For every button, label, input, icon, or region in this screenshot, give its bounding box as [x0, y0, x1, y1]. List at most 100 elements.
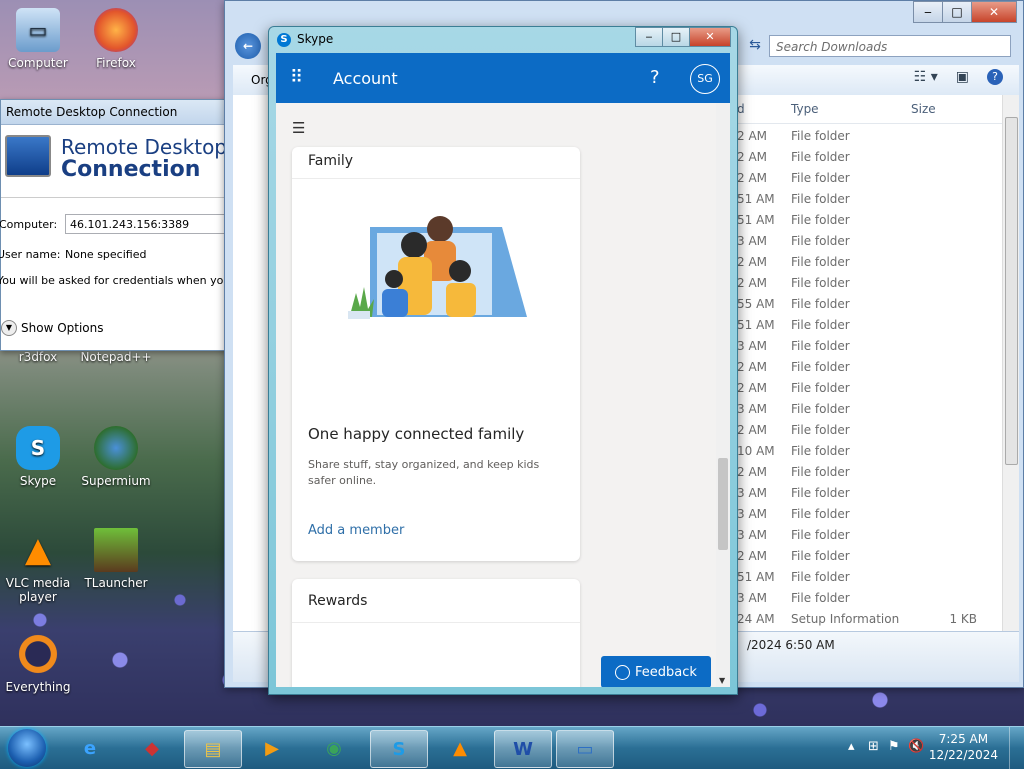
row-date: 2 AM — [737, 255, 768, 269]
feedback-button[interactable]: Feedback — [601, 656, 711, 687]
taskbar-vlc-icon[interactable]: ▲ — [432, 730, 488, 766]
explorer-caption-buttons: ‒ □ ✕ — [913, 1, 1017, 23]
rdc-banner-line2: Connection — [61, 157, 201, 182]
row-date: 3 AM — [737, 402, 768, 416]
row-date: 2 AM — [737, 276, 768, 290]
clock[interactable]: 7:25 AM 12/22/2024 — [929, 731, 998, 763]
taskbar-media-icon[interactable]: ▶ — [244, 730, 300, 766]
row-type: File folder — [791, 213, 850, 227]
desktop-icon-notepadpp[interactable]: Notepad++ — [78, 350, 154, 364]
account-scroll-area[interactable]: ☰ Family One happy connected family Shar… — [276, 103, 716, 687]
row-type: File folder — [791, 150, 850, 164]
skype-scroll-thumb[interactable] — [718, 458, 728, 550]
family-illustration — [348, 216, 527, 319]
start-button[interactable] — [8, 729, 46, 767]
row-type: File folder — [791, 486, 850, 500]
skype-maximize-button[interactable]: □ — [662, 27, 690, 47]
desktop-icon-r3dfox[interactable]: r3dfox — [0, 350, 76, 364]
computer-input[interactable]: 46.101.243.156:3389 — [65, 214, 225, 234]
row-type: File folder — [791, 381, 850, 395]
app-grid-icon[interactable]: ⠿ — [290, 67, 304, 88]
avatar[interactable]: SG — [690, 64, 720, 94]
row-type: File folder — [791, 549, 850, 563]
remote-desktop-icon — [5, 135, 51, 177]
taskbar-skype-icon[interactable]: S — [370, 730, 428, 768]
skype-minimize-button[interactable]: ‒ — [635, 27, 663, 47]
refresh-icon[interactable]: ⇆ — [745, 37, 765, 57]
row-type: File folder — [791, 234, 850, 248]
username-label: User name: — [0, 248, 61, 261]
taskbar-box-icon[interactable]: ◆ — [124, 730, 180, 766]
tlauncher-icon — [94, 528, 138, 572]
help-button[interactable]: ? — [650, 67, 660, 88]
row-type: File folder — [791, 360, 850, 374]
views-icon[interactable]: ☷ ▾ — [914, 69, 938, 85]
remote-desktop-window[interactable]: Remote Desktop Connection Remote Desktop… — [0, 99, 228, 351]
system-tray: ▴ ⊞ ⚑ 🔇 7:25 AM 12/22/2024 — [834, 727, 1024, 769]
add-member-link[interactable]: Add a member — [308, 523, 404, 538]
desktop-icon-skype[interactable]: S Skype — [0, 426, 76, 488]
row-type: File folder — [791, 339, 850, 353]
taskbar-word-icon[interactable]: W — [494, 730, 552, 768]
skype-window[interactable]: S Skype ‒ □ ✕ ⠿ Account ? SG ☰ Family On… — [268, 26, 738, 695]
row-type: File folder — [791, 297, 850, 311]
volume-muted-icon[interactable]: 🔇 — [908, 739, 924, 754]
scroll-down-icon[interactable]: ▼ — [719, 676, 725, 685]
row-date: 3 AM — [737, 486, 768, 500]
skype-close-button[interactable]: ✕ — [689, 27, 731, 47]
column-size[interactable]: Size — [911, 102, 936, 116]
minimize-button[interactable]: ‒ — [913, 1, 943, 23]
computer-icon: ▭ — [16, 8, 60, 52]
help-icon[interactable]: ? — [987, 69, 1003, 85]
row-date: 24 AM — [737, 612, 775, 626]
row-date: 55 AM — [737, 297, 775, 311]
taskbar-supermium-icon[interactable]: ◉ — [306, 730, 362, 766]
maximize-button[interactable]: □ — [942, 1, 972, 23]
taskbar-ie-icon[interactable]: e — [62, 730, 118, 766]
skype-title-bar[interactable]: S Skype ‒ □ ✕ — [269, 27, 737, 53]
explorer-scrollbar[interactable] — [1002, 95, 1019, 631]
flag-icon[interactable]: ⚑ — [888, 739, 900, 754]
hamburger-menu-icon[interactable]: ☰ — [292, 119, 305, 137]
row-date: 3 AM — [737, 339, 768, 353]
show-desktop-button[interactable] — [1009, 727, 1024, 769]
vlc-icon: ▲ — [24, 530, 52, 570]
family-card-title: Family — [292, 147, 580, 179]
taskbar-rdc-icon[interactable]: ▭ — [556, 730, 614, 768]
show-options-button[interactable]: ▼ Show Options — [1, 320, 104, 336]
preview-pane-icon[interactable]: ▣ — [956, 69, 969, 85]
row-type: File folder — [791, 276, 850, 290]
username-value: None specified — [65, 248, 147, 261]
desktop-icon-vlc[interactable]: ▲ VLC media player — [0, 528, 76, 604]
desktop-icon-supermium[interactable]: Supermium — [78, 426, 154, 488]
rdc-title-bar[interactable]: Remote Desktop Connection — [1, 100, 227, 125]
desktop-icon-computer[interactable]: ▭ Computer — [0, 8, 76, 70]
skype-scrollbar[interactable]: ▼ — [716, 103, 730, 687]
desktop-icon-everything[interactable]: Everything — [0, 632, 76, 694]
explorer-scroll-thumb[interactable] — [1005, 117, 1018, 465]
back-button[interactable]: ← — [235, 33, 261, 59]
row-type: File folder — [791, 570, 850, 584]
row-type: File folder — [791, 318, 850, 332]
row-type: File folder — [791, 255, 850, 269]
row-date: 51 AM — [737, 213, 775, 227]
row-date: 2 AM — [737, 423, 768, 437]
taskbar-explorer-icon[interactable]: ▤ — [184, 730, 242, 768]
row-type: File folder — [791, 423, 850, 437]
tray-expand-icon[interactable]: ▴ — [848, 739, 855, 754]
skype-client: ⠿ Account ? SG ☰ Family One happy connec… — [276, 53, 730, 687]
search-input[interactable]: Search Downloads — [769, 35, 1011, 57]
close-button[interactable]: ✕ — [971, 1, 1017, 23]
network-icon[interactable]: ⊞ — [868, 739, 879, 754]
column-type[interactable]: Type — [791, 102, 819, 116]
desktop-icon-tlauncher[interactable]: TLauncher — [78, 528, 154, 590]
row-type: File folder — [791, 171, 850, 185]
row-type: File folder — [791, 129, 850, 143]
desktop-icon-firefox[interactable]: Firefox — [78, 8, 154, 70]
skype-logo-icon: S — [277, 33, 291, 47]
column-date[interactable]: d — [737, 102, 745, 116]
rdc-banner-line1: Remote Desktop — [61, 135, 228, 159]
chevron-down-icon: ▼ — [1, 320, 17, 336]
row-date: 51 AM — [737, 570, 775, 584]
row-type: File folder — [791, 465, 850, 479]
